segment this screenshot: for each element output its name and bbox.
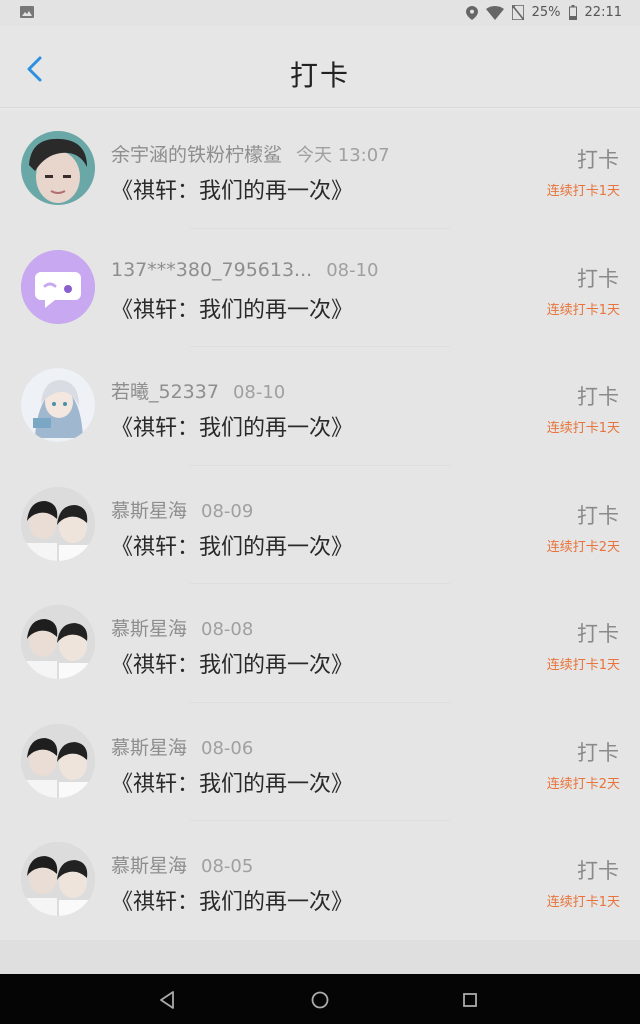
user-name: 慕斯星海 [111, 618, 188, 640]
avatar[interactable] [21, 249, 95, 324]
checkin-time: 今天 13:07 [296, 145, 390, 166]
checkin-time: 08-09 [201, 500, 254, 522]
book-title: 《祺轩：我们的再一次》 [111, 890, 354, 915]
book-title: 《祺轩：我们的再一次》 [111, 653, 354, 678]
checkin-time: 08-05 [201, 856, 254, 877]
checkin-time: 08-06 [201, 737, 254, 759]
page-title: 打卡 [289, 59, 350, 92]
book-title: 《祺轩：我们的再一次》 [111, 771, 354, 797]
list-item[interactable]: 余宇涵的铁粉柠檬鲨 今天 13:07 《祺轩：我们的再一次》 打卡连续打卡1天 [0, 110, 640, 229]
list-item-meta: 若曦_52337 08-10 [111, 377, 285, 404]
avatar[interactable] [21, 842, 95, 916]
list-item[interactable]: 若曦_52337 08-10 《祺轩：我们的再一次》 打卡连续打卡1天 [0, 347, 640, 466]
battery-icon [568, 5, 577, 20]
avatar[interactable] [21, 723, 95, 798]
list-item-meta: 慕斯星海 08-09 [111, 496, 253, 523]
list-item-meta: 慕斯星海 08-08 [111, 614, 253, 641]
nav-home-icon[interactable] [309, 989, 331, 1011]
user-name: 若曦_52337 [111, 381, 219, 403]
streak-label: 连续打卡2天 [546, 776, 620, 792]
checkin-time: 08-10 [326, 259, 379, 281]
nav-back-icon[interactable] [157, 989, 179, 1011]
user-name: 137***380_795613... [111, 258, 313, 281]
battery-percent: 25% [531, 5, 561, 20]
nav-recents-icon[interactable] [459, 989, 481, 1011]
checkin-button[interactable]: 打卡 [577, 500, 619, 530]
image-notification-icon [20, 6, 34, 18]
wifi-icon [485, 5, 504, 20]
clock: 22:11 [584, 5, 622, 20]
list-item-meta: 慕斯星海 08-06 [111, 733, 253, 760]
user-name: 慕斯星海 [111, 499, 188, 522]
avatar-two-people [21, 486, 95, 561]
avatar[interactable] [21, 486, 95, 561]
streak-label: 连续打卡1天 [546, 184, 620, 199]
book-title: 《祺轩：我们的再一次》 [111, 179, 354, 204]
checkin-button[interactable]: 打卡 [577, 381, 619, 411]
avatar-two-people [21, 605, 95, 679]
list-item-meta: 137***380_795613... 08-10 [111, 259, 379, 281]
checkin-time: 08-10 [232, 382, 286, 403]
list-item[interactable]: 137***380_795613... 08-10 《祺轩：我们的再一次》 打卡连续打… [0, 228, 640, 347]
list-item-meta: 慕斯星海 08-05 [111, 851, 253, 878]
list-bottom-space [0, 940, 640, 974]
checkin-time: 08-08 [201, 619, 254, 640]
checkin-button[interactable]: 打卡 [577, 855, 619, 885]
header: 打卡 [0, 26, 640, 108]
checkin-button[interactable]: 打卡 [577, 144, 619, 174]
list-item[interactable]: 慕斯星海 08-09 《祺轩：我们的再一次》 打卡连续打卡2天 [0, 465, 640, 584]
user-name: 余宇涵的铁粉柠檬鲨 [111, 144, 283, 166]
navigation-bar [0, 974, 640, 1024]
avatar[interactable] [21, 131, 95, 205]
list-item[interactable]: 慕斯星海 08-08 《祺轩：我们的再一次》 打卡连续打卡1天 [0, 584, 640, 703]
chat-bubble-icon [21, 249, 95, 324]
checkin-list: 余宇涵的铁粉柠檬鲨 今天 13:07 《祺轩：我们的再一次》 打卡 连续打卡1天 137*… [0, 110, 640, 940]
checkin-button[interactable]: 打卡 [577, 618, 619, 648]
avatar[interactable] [21, 368, 95, 442]
user-name: 慕斯星海 [111, 855, 188, 877]
book-title: 《祺轩：我们的再一次》 [111, 416, 354, 441]
avatar[interactable] [21, 605, 95, 679]
streak-label: 连续打卡1天 [546, 658, 620, 673]
streak-label: 连续打卡2天 [546, 539, 620, 555]
list-item[interactable]: 慕斯星海 08-05 《祺轩：我们的再一次》 打卡连续打卡1天 [0, 821, 640, 940]
status-bar: 25% 22:11 [0, 0, 640, 26]
avatar-two-people [21, 842, 95, 916]
streak-label: 连续打卡1天 [546, 302, 620, 318]
user-name: 慕斯星海 [111, 736, 188, 759]
avatar-anime [21, 368, 95, 442]
book-title: 《祺轩：我们的再一次》 [111, 297, 354, 323]
list-item[interactable]: 慕斯星海 08-06 《祺轩：我们的再一次》 打卡连续打卡2天 [0, 702, 640, 821]
streak-label: 连续打卡1天 [546, 895, 620, 910]
location-icon [465, 5, 478, 20]
checkin-button[interactable]: 打卡 [577, 737, 619, 767]
book-title: 《祺轩：我们的再一次》 [111, 534, 354, 560]
no-sim-icon [511, 5, 524, 20]
avatar-portrait [21, 131, 95, 205]
checkin-button[interactable]: 打卡 [577, 263, 619, 293]
avatar-two-people [21, 723, 95, 798]
streak-label: 连续打卡1天 [546, 421, 620, 436]
list-item-meta: 余宇涵的铁粉柠檬鲨 今天 13:07 [111, 140, 390, 167]
